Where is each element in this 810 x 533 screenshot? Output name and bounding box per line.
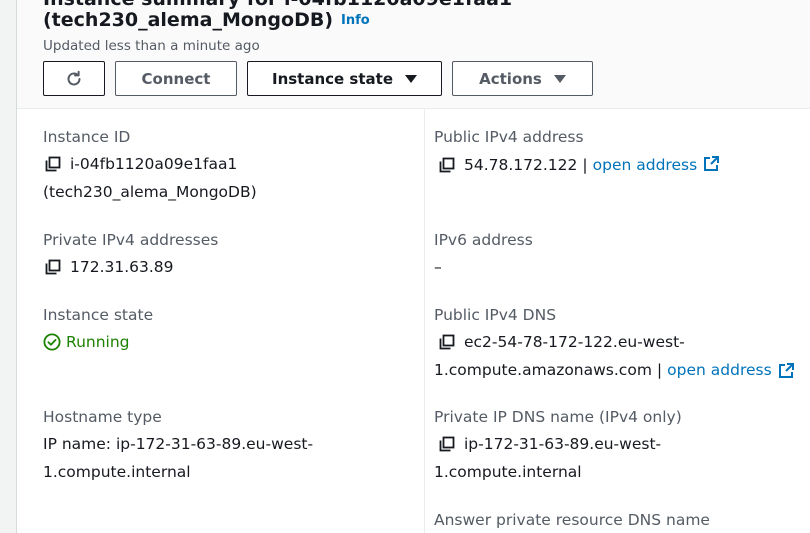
hostname-type-line2: 1.compute.internal [43,463,191,481]
private-dns-line1: ip-172-31-63-89.eu-west- [464,435,662,453]
hostname-type-label: Hostname type [43,408,162,426]
actions-dropdown[interactable]: Actions [452,61,593,96]
status-running-text: Running [66,333,130,351]
instance-name-text: (tech230_alema_MongoDB) [43,183,257,201]
connect-button-label: Connect [141,69,211,88]
copy-icon[interactable] [439,157,455,173]
private-ipv4-value: 172.31.63.89 [45,258,174,276]
page-title: (tech230_alema_MongoDB) Info [43,9,370,31]
private-ipv4-text: 172.31.63.89 [70,258,174,276]
public-ipv4-text: 54.78.172.122 [464,156,578,174]
external-link-icon[interactable] [703,155,720,172]
public-ipv4-label: Public IPv4 address [434,128,584,146]
instance-id-text: i-04fb1120a09e1faa1 [70,155,238,173]
external-link-icon[interactable] [778,362,795,379]
public-dns-value: ec2-54-78-172-122.eu-west- [439,333,685,351]
instance-state-label: Instance state [43,306,154,324]
hostname-type-line1: IP name: ip-172-31-63-89.eu-west- [43,435,314,453]
copy-icon[interactable] [439,436,455,452]
updated-timestamp: Updated less than a minute ago [43,38,260,54]
separator: | [656,361,663,379]
copy-icon[interactable] [439,334,455,350]
instance-id-value: i-04fb1120a09e1faa1 [45,155,237,173]
info-link[interactable]: Info [341,13,370,28]
check-circle-icon [43,333,61,351]
copy-icon[interactable] [45,259,61,275]
private-dns-line2: 1.compute.internal [434,463,582,481]
column-divider [424,109,425,533]
private-dns-label: Private IP DNS name (IPv4 only) [434,408,682,426]
open-address-link[interactable]: open address [667,361,772,379]
instance-state-value: Running [43,333,130,351]
ipv6-label: IPv6 address [434,231,533,249]
instance-state-dropdown[interactable]: Instance state [247,61,442,96]
instance-state-dropdown-label: Instance state [271,69,393,88]
refresh-button[interactable] [43,61,105,96]
open-address-link[interactable]: open address [593,156,698,174]
refresh-icon [67,70,81,85]
left-rail [0,0,17,533]
separator: | [582,156,588,174]
private-ipv4-label: Private IPv4 addresses [43,231,219,249]
caret-down-icon [553,74,566,83]
public-dns-label: Public IPv4 DNS [434,306,557,324]
public-dns-line2: 1.compute.amazonaws.com [434,361,652,379]
public-dns-line1: ec2-54-78-172-122.eu-west- [464,333,685,351]
actions-dropdown-label: Actions [479,69,542,88]
answer-dns-label: Answer private resource DNS name [434,511,710,529]
connect-button[interactable]: Connect [115,61,237,96]
ipv6-value: – [434,258,442,276]
caret-down-icon [405,74,417,83]
private-dns-value: ip-172-31-63-89.eu-west- [439,435,661,453]
public-dns-line2-row: 1.compute.amazonaws.com | open address [434,361,795,379]
page-title-text: (tech230_alema_MongoDB) [43,9,334,31]
instance-id-label: Instance ID [43,128,131,146]
public-ipv4-value: 54.78.172.122 | open address [439,155,720,174]
copy-icon[interactable] [45,156,61,172]
